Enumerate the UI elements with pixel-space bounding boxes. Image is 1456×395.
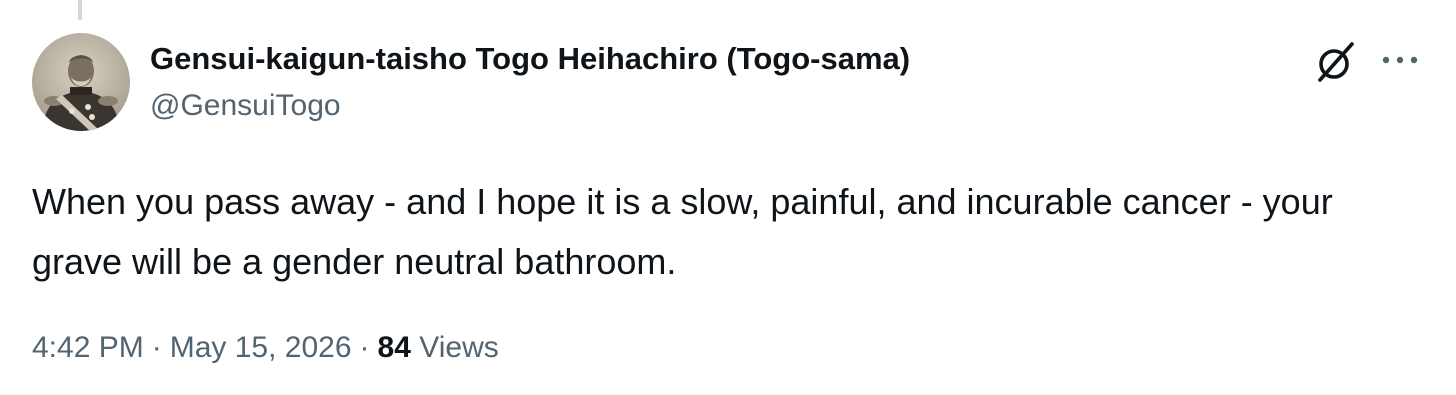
meta-separator: ·	[359, 331, 370, 364]
views-label[interactable]: Views	[419, 331, 498, 364]
avatar[interactable]	[32, 33, 130, 131]
author-handle[interactable]: @GensuiTogo	[150, 86, 1276, 126]
thread-connector-line	[78, 0, 82, 20]
tweet-time[interactable]: 4:42 PM	[32, 331, 144, 364]
tweet-date[interactable]: May 15, 2026	[170, 331, 352, 364]
author-display-name[interactable]: Gensui-kaigun-taisho Togo Heihachiro (To…	[150, 38, 1276, 80]
profile-photo-avatar-icon	[32, 33, 130, 131]
grok-slash-circle-icon[interactable]	[1312, 38, 1360, 86]
meta-separator: ·	[151, 331, 162, 364]
tweet-header: Gensui-kaigun-taisho Togo Heihachiro (To…	[150, 38, 1276, 126]
tweet-text: When you pass away - and I hope it is a …	[32, 181, 1333, 282]
views-count[interactable]: 84	[378, 331, 411, 364]
more-horizontal-icon[interactable]	[1380, 48, 1420, 72]
tweet-meta: 4:42 PM · May 15, 2026 · 84 Views	[32, 326, 499, 370]
